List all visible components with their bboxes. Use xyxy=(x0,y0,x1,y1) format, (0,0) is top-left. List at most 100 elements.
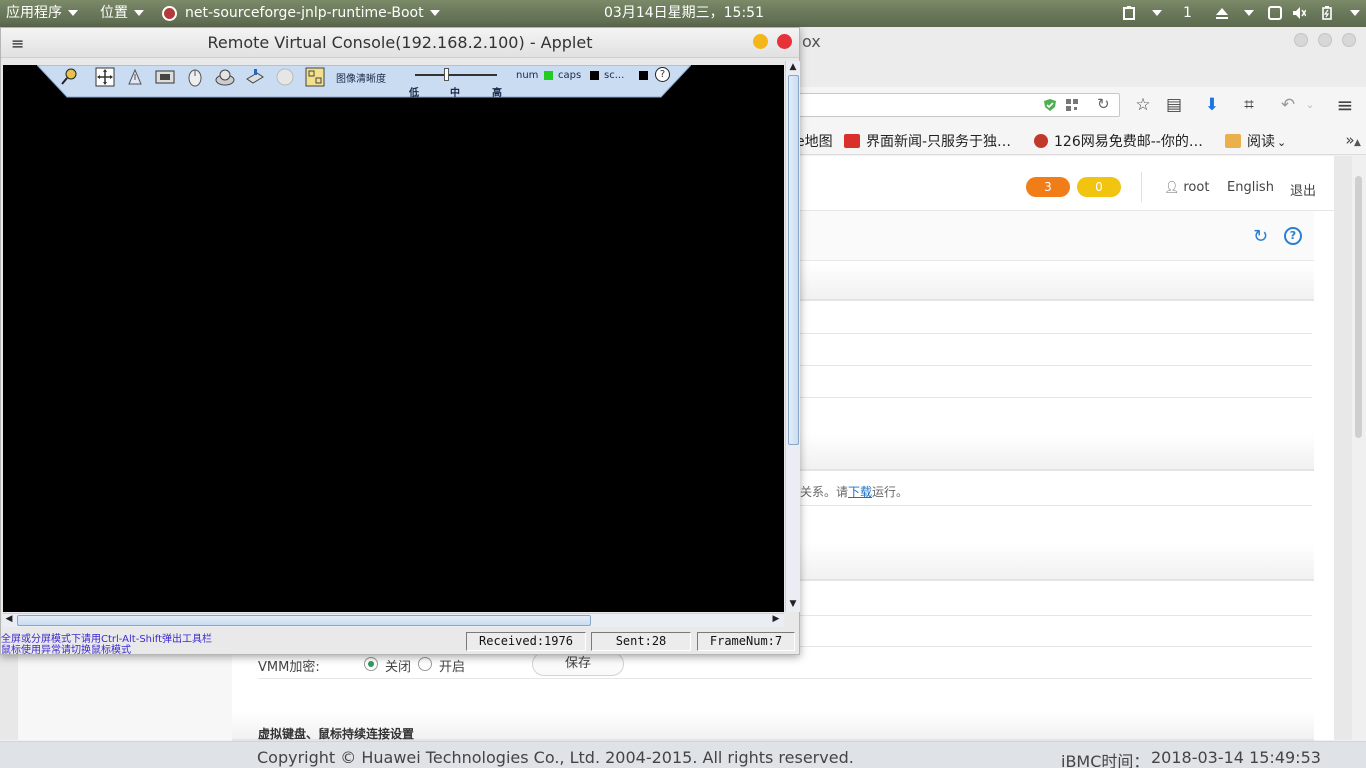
eject-icon[interactable] xyxy=(1215,6,1229,20)
console-vertical-scrollbar[interactable]: ▲ ▼ xyxy=(785,61,800,612)
places-label: 位置 xyxy=(100,5,128,21)
screenshot-crop-icon[interactable]: ⌗ xyxy=(1239,95,1259,115)
jiemian-favicon-icon xyxy=(844,134,860,148)
bookmark-126-mail[interactable]: 126网易免费邮--你的… xyxy=(1034,131,1203,151)
shield-icon xyxy=(1044,99,1056,111)
scroll-down-icon[interactable]: ▼ xyxy=(787,599,799,609)
vmm-encryption-label: VMM加密: xyxy=(258,660,320,675)
image-clarity-label: 图像清晰度 xyxy=(336,74,386,85)
bookmark-map[interactable]: e地图 xyxy=(796,131,833,151)
copyright-text: Copyright © Huawei Technologies Co., Ltd… xyxy=(257,748,854,767)
ibmc-time-value: 2018-03-14 15:49:53 xyxy=(1151,748,1321,767)
language-switch[interactable]: English xyxy=(1227,180,1274,195)
scroll-lock-label: sc... xyxy=(604,70,625,81)
minimize-button[interactable] xyxy=(753,34,768,49)
ctrl-alt-del-icon[interactable] xyxy=(125,67,145,87)
chevron-down-icon[interactable] xyxy=(1344,0,1360,27)
vmm-on-radio[interactable] xyxy=(418,657,432,671)
mouse-icon[interactable] xyxy=(185,67,205,87)
chevron-down-icon xyxy=(134,10,144,16)
help-icon[interactable]: ? xyxy=(1284,227,1302,245)
clock[interactable]: 03月14日星期三，15:51 xyxy=(604,0,764,27)
clarity-slider-handle[interactable] xyxy=(444,68,449,81)
pin-icon[interactable] xyxy=(59,67,79,87)
download-link[interactable]: 下载 xyxy=(848,485,872,499)
scrollbar-thumb[interactable] xyxy=(788,75,799,445)
frame-counter: FrameNum:7 xyxy=(697,632,795,651)
bookmark-label: 界面新闻-只服务于独… xyxy=(866,134,1012,150)
java-app-icon xyxy=(162,5,177,21)
chevron-down-icon[interactable]: ⌄ xyxy=(1300,95,1320,115)
minimize-button[interactable] xyxy=(1294,33,1308,47)
app-name-label: net-sourceforge-jnlp-runtime-Boot xyxy=(185,5,424,21)
critical-alert-badge[interactable]: 0 xyxy=(975,177,1019,197)
scroll-up-icon[interactable]: ▲ xyxy=(1354,138,1361,148)
scroll-up-icon[interactable]: ▲ xyxy=(787,62,799,72)
bookmark-label: 阅读 xyxy=(1247,134,1275,150)
vmm-off-radio[interactable] xyxy=(364,657,378,671)
chevron-down-icon[interactable] xyxy=(1238,0,1254,27)
minor-alert-badge[interactable]: 0 xyxy=(1077,177,1121,197)
alert-count: 0 xyxy=(993,180,1001,194)
save-button[interactable]: 保存 xyxy=(532,652,624,676)
undo-icon[interactable]: ↶ xyxy=(1278,95,1298,115)
clarity-high-label: 高 xyxy=(492,88,502,99)
battery-icon[interactable] xyxy=(1320,6,1334,20)
ibmc-time-label: iBMC时间： xyxy=(1061,752,1150,768)
caps-lock-led xyxy=(544,71,553,80)
vmm-on-label: 开启 xyxy=(439,660,466,675)
remote-screen[interactable] xyxy=(3,65,784,612)
bookmark-jiemian[interactable]: 界面新闻-只服务于独… xyxy=(844,131,1011,151)
fit-screen-icon[interactable] xyxy=(95,67,115,87)
volume-muted-icon[interactable] xyxy=(1292,6,1306,20)
scroll-left-icon[interactable]: ◀ xyxy=(3,614,15,624)
keyboard-map-icon[interactable] xyxy=(305,67,325,87)
floppy-drive-icon[interactable] xyxy=(245,67,265,87)
reload-icon[interactable]: ↻ xyxy=(1097,95,1110,113)
download-icon[interactable]: ⬇ xyxy=(1202,95,1222,115)
received-counter: Received:1976 xyxy=(466,632,586,651)
vmm-off-label: 关闭 xyxy=(385,660,412,675)
reader-view-icon[interactable]: ▤ xyxy=(1164,95,1184,115)
bookmark-folder-reading[interactable]: 阅读 ⌄ xyxy=(1225,131,1286,151)
console-status-bar: 全屏或分屏模式下请用Ctrl-Alt-Shift弹出工具栏 鼠标使用异常请切换鼠… xyxy=(1,628,799,656)
places-menu[interactable]: 位置 xyxy=(100,0,144,27)
help-icon[interactable]: ? xyxy=(655,67,670,82)
scroll-lock-led xyxy=(639,71,648,80)
url-bar[interactable]: ↻ xyxy=(780,93,1120,117)
window-titlebar[interactable]: ≡ Remote Virtual Console(192.168.2.100) … xyxy=(1,28,799,58)
kvm-toolbar: 图像清晰度 低 中 高 num caps sc... ? xyxy=(37,65,691,99)
scrollbar-thumb[interactable] xyxy=(1355,176,1362,438)
scroll-right-icon[interactable]: ▶ xyxy=(770,614,782,624)
major-alert-badge[interactable]: 3 xyxy=(1026,177,1070,197)
applications-menu[interactable]: 应用程序 xyxy=(6,0,78,27)
bookmark-label: 126网易免费邮--你的… xyxy=(1054,134,1203,150)
hamburger-menu-icon[interactable]: ≡ xyxy=(1335,95,1355,115)
app-menu[interactable]: net-sourceforge-jnlp-runtime-Boot xyxy=(162,0,440,27)
window-icon[interactable] xyxy=(1268,6,1282,20)
film-record-icon[interactable] xyxy=(155,67,175,87)
applications-label: 应用程序 xyxy=(6,5,62,21)
cdrom-icon[interactable] xyxy=(215,67,235,87)
window-title: Remote Virtual Console(192.168.2.100) - … xyxy=(207,33,593,52)
logout-link[interactable]: 退出 xyxy=(1290,180,1316,199)
close-button[interactable] xyxy=(777,34,792,49)
bookmark-star-icon[interactable]: ☆ xyxy=(1133,95,1153,115)
clarity-slider[interactable] xyxy=(415,74,497,76)
mail-126-favicon-icon xyxy=(1034,134,1048,148)
qr-code-icon[interactable] xyxy=(1065,98,1079,112)
power-disabled-icon[interactable] xyxy=(275,67,295,87)
user-menu[interactable]: 👤︎ root xyxy=(1164,180,1209,195)
bookmark-label: e地图 xyxy=(796,134,833,150)
alert-count: 0 xyxy=(1095,180,1103,194)
chevron-down-icon[interactable] xyxy=(1146,0,1162,27)
maximize-button[interactable] xyxy=(1318,33,1332,47)
page-scrollbar[interactable] xyxy=(1352,156,1366,740)
console-horizontal-scrollbar[interactable]: ◀ ▶ xyxy=(3,613,784,627)
clipboard-icon[interactable] xyxy=(1122,6,1136,20)
close-button[interactable] xyxy=(1342,33,1356,47)
refresh-icon[interactable]: ↻ xyxy=(1253,226,1268,247)
scrollbar-thumb[interactable] xyxy=(17,615,591,626)
chevron-down-icon xyxy=(429,10,440,16)
workspace-indicator[interactable]: 1 xyxy=(1183,0,1192,27)
